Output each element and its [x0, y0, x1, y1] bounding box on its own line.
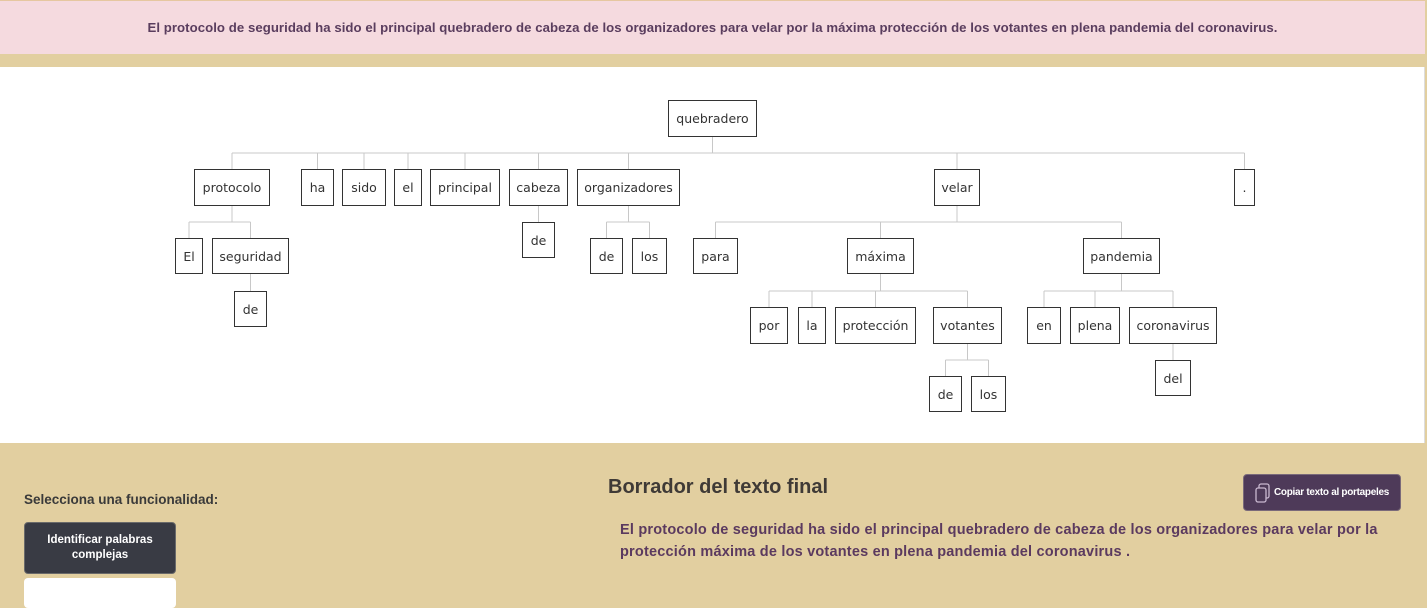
connector-maxima [768, 274, 968, 307]
sentence-banner: El protocolo de seguridad ha sido el pri… [0, 0, 1425, 54]
clipboard-icon [1255, 482, 1270, 503]
tree-node-para[interactable]: para [693, 238, 738, 274]
tree-node-maxima[interactable]: máxima [847, 238, 914, 274]
tree-node-principal[interactable]: principal [430, 169, 500, 206]
tree-node-cabeza[interactable]: cabeza [509, 169, 568, 206]
connector-protocolo [188, 206, 251, 238]
draft-text: El protocolo de seguridad ha sido el pri… [620, 522, 1378, 560]
connector-velar [715, 206, 1122, 238]
tree-node-del[interactable]: del [1155, 360, 1191, 396]
tree-node-en[interactable]: en [1027, 307, 1061, 344]
tree-node-sido[interactable]: sido [342, 169, 386, 206]
source-sentence: El protocolo de seguridad ha sido el pri… [147, 20, 1278, 35]
tree-node-la[interactable]: la [798, 307, 826, 344]
identify-complex-words-button[interactable]: Identificar palabras complejas [24, 522, 176, 574]
connector-votantes [945, 344, 989, 376]
tree-node-el[interactable]: El [175, 238, 203, 274]
select-functionality-label: Selecciona una funcionalidad: [24, 492, 219, 507]
copy-to-clipboard-button[interactable]: Copiar texto al portapeles [1243, 474, 1401, 511]
tree-node-ha[interactable]: ha [301, 169, 334, 206]
tree-node-quebradero[interactable]: quebradero [668, 100, 757, 137]
copy-button-label: Copiar texto al portapeles [1273, 487, 1389, 498]
tree-node-organizadores[interactable]: organizadores [577, 169, 680, 206]
tree-node-velar[interactable]: velar [934, 169, 980, 206]
tree-node-los-vot[interactable]: los [971, 376, 1006, 412]
tree-node-de-cab[interactable]: de [522, 222, 555, 258]
connector-quebradero [231, 137, 1245, 169]
tree-node-los-org[interactable]: los [632, 238, 667, 274]
tree-node-votantes[interactable]: votantes [933, 307, 1002, 344]
tree-node-de-seg[interactable]: de [234, 291, 267, 327]
tree-node-seguridad[interactable]: seguridad [212, 238, 289, 274]
connector-organizadores [606, 206, 650, 238]
tree-node-de-vot[interactable]: de [929, 376, 962, 412]
tree-node-proteccion[interactable]: protección [835, 307, 916, 344]
tree-node-de-org[interactable]: de [590, 238, 623, 274]
draft-title: Borrador del texto final [608, 476, 829, 498]
tree-node-coronavirus[interactable]: coronavirus [1129, 307, 1217, 344]
tree-node-pandemia[interactable]: pandemia [1083, 238, 1160, 274]
tree-node-plena[interactable]: plena [1070, 307, 1120, 344]
tree-node-punto[interactable]: . [1234, 169, 1255, 206]
tree-node-por[interactable]: por [750, 307, 788, 344]
dependency-tree-panel: quebradero protocolo ha sido el principal cabe… [0, 67, 1425, 443]
connector-pandemia [1043, 274, 1174, 307]
tree-node-el[interactable]: el [394, 169, 422, 206]
tree-node-protocolo[interactable]: protocolo [194, 169, 270, 206]
